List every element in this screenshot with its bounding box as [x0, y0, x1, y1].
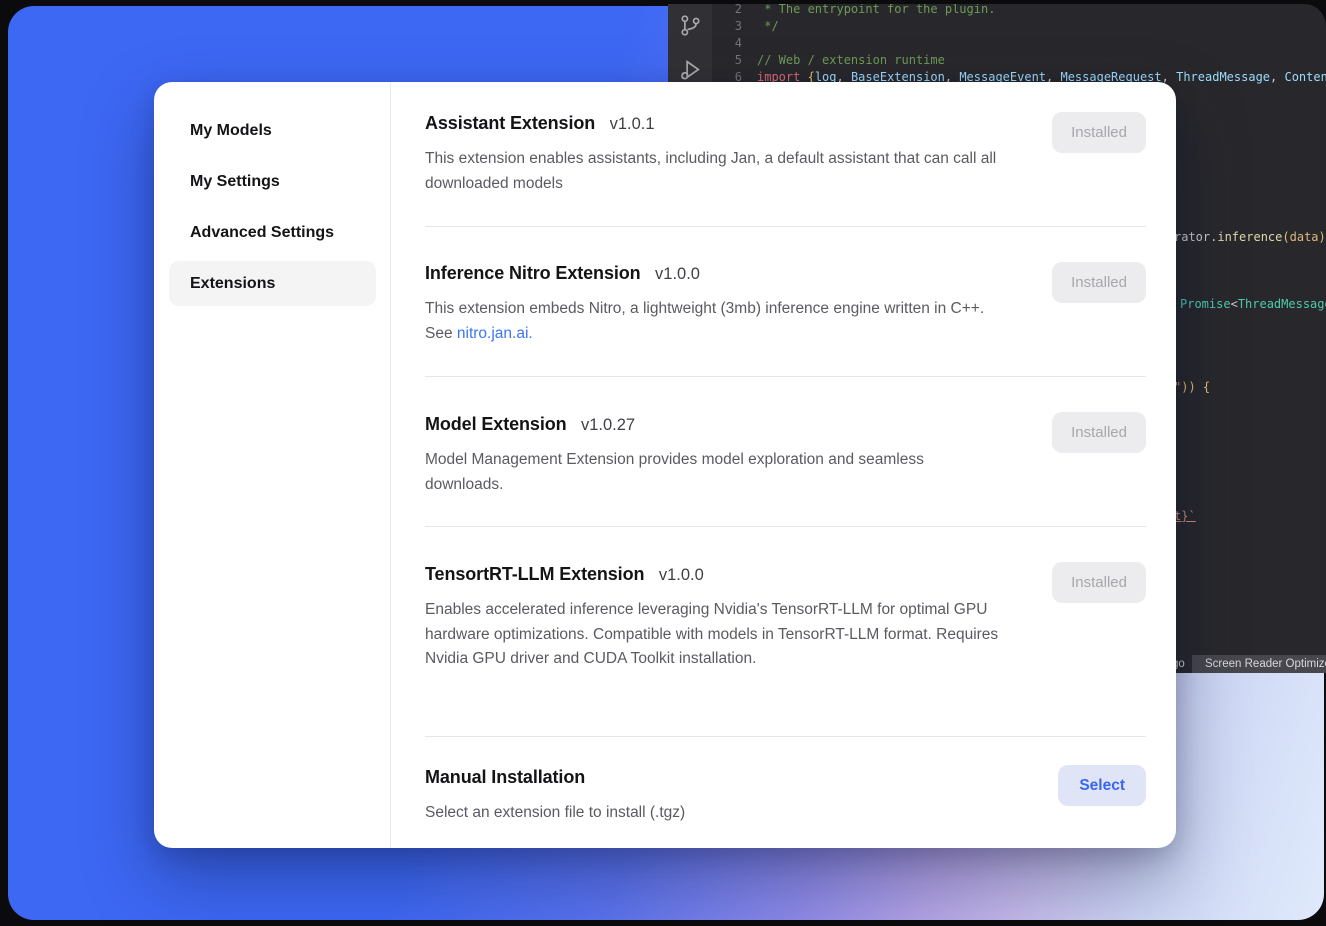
extension-title-line: Assistant Extension v1.0.1 — [425, 110, 1006, 138]
code-line: 2 * The entrypoint for the plugin. — [712, 4, 1326, 18]
code-fragment: t}` — [1174, 509, 1196, 524]
installed-button[interactable]: Installed — [1052, 412, 1146, 453]
settings-modal: My Models My Settings Advanced Settings … — [154, 82, 1176, 848]
installed-button[interactable]: Installed — [1052, 262, 1146, 303]
code-fragment: Promise<ThreadMessage> — [1180, 297, 1326, 312]
select-button[interactable]: Select — [1058, 765, 1146, 806]
code-line: 4 — [712, 35, 1326, 52]
code-text: // Web / extension runtime — [750, 52, 945, 69]
extensions-list: Assistant Extension v1.0.1 This extensio… — [391, 82, 1176, 848]
line-number: 3 — [712, 18, 750, 35]
extension-description: This extension embeds Nitro, a lightweig… — [425, 297, 1006, 346]
sidebar-item-my-models[interactable]: My Models — [169, 108, 376, 153]
code-fragment: rator.inference(data)); — [1174, 230, 1326, 245]
code-line: 5// Web / extension runtime — [712, 52, 1326, 69]
extension-version: v1.0.0 — [659, 566, 704, 584]
extension-row: Manual Installation Select an extension … — [391, 737, 1176, 848]
code-text — [750, 35, 757, 52]
installed-button[interactable]: Installed — [1052, 562, 1146, 603]
sidebar-item-advanced-settings[interactable]: Advanced Settings — [169, 210, 376, 255]
extension-row: Model Extension v1.0.27 Model Management… — [391, 377, 1176, 527]
sidebar-item-label: My Settings — [190, 173, 280, 191]
line-number: 2 — [712, 4, 750, 18]
sidebar-item-label: Advanced Settings — [190, 224, 334, 242]
sidebar-item-label: My Models — [190, 122, 272, 140]
sidebar-item-label: Extensions — [190, 275, 275, 293]
code-text: */ — [750, 18, 779, 35]
code-text: * The entrypoint for the plugin. — [750, 4, 995, 18]
sidebar-item-extensions[interactable]: Extensions — [169, 261, 376, 306]
extension-link[interactable]: nitro.jan.ai. — [457, 325, 533, 342]
extension-title-line: Inference Nitro Extension v1.0.0 — [425, 260, 1006, 288]
extension-name: Inference Nitro Extension — [425, 263, 641, 283]
extension-title-line: TensortRT-LLM Extension v1.0.0 — [425, 561, 1006, 589]
extension-version: v1.0.1 — [610, 115, 655, 133]
extension-title-line: Manual Installation — [425, 764, 1006, 792]
extension-name: TensortRT-LLM Extension — [425, 564, 644, 584]
installed-button[interactable]: Installed — [1052, 112, 1146, 153]
extension-description: Select an extension file to install (.tg… — [425, 801, 1006, 826]
extension-version: v1.0.27 — [581, 416, 635, 434]
run-debug-icon[interactable] — [677, 56, 704, 83]
extension-description: Enables accelerated inference leveraging… — [425, 598, 1006, 672]
code-line: 3 */ — [712, 18, 1326, 35]
code-fragment: ")) { — [1174, 380, 1210, 395]
extension-row: Assistant Extension v1.0.1 This extensio… — [391, 82, 1176, 227]
extension-version: v1.0.0 — [655, 265, 700, 283]
extension-name: Assistant Extension — [425, 113, 595, 133]
extension-title-line: Model Extension v1.0.27 — [425, 411, 1006, 439]
extension-description: This extension enables assistants, inclu… — [425, 147, 1006, 196]
screen-reader-status-item[interactable]: Screen Reader Optimized — [1192, 655, 1326, 673]
sidebar-item-my-settings[interactable]: My Settings — [169, 159, 376, 204]
source-control-icon[interactable] — [677, 12, 704, 39]
extension-name: Model Extension — [425, 414, 567, 434]
extension-name: Manual Installation — [425, 767, 585, 787]
settings-sidebar: My Models My Settings Advanced Settings … — [154, 82, 391, 848]
code-lines: 2 * The entrypoint for the plugin.3 */45… — [712, 4, 1326, 86]
line-number: 4 — [712, 35, 750, 52]
line-number: 5 — [712, 52, 750, 69]
extension-row: TensortRT-LLM Extension v1.0.0 Enables a… — [391, 527, 1176, 737]
extension-row: Inference Nitro Extension v1.0.0 This ex… — [391, 227, 1176, 377]
extension-description: Model Management Extension provides mode… — [425, 448, 1006, 497]
